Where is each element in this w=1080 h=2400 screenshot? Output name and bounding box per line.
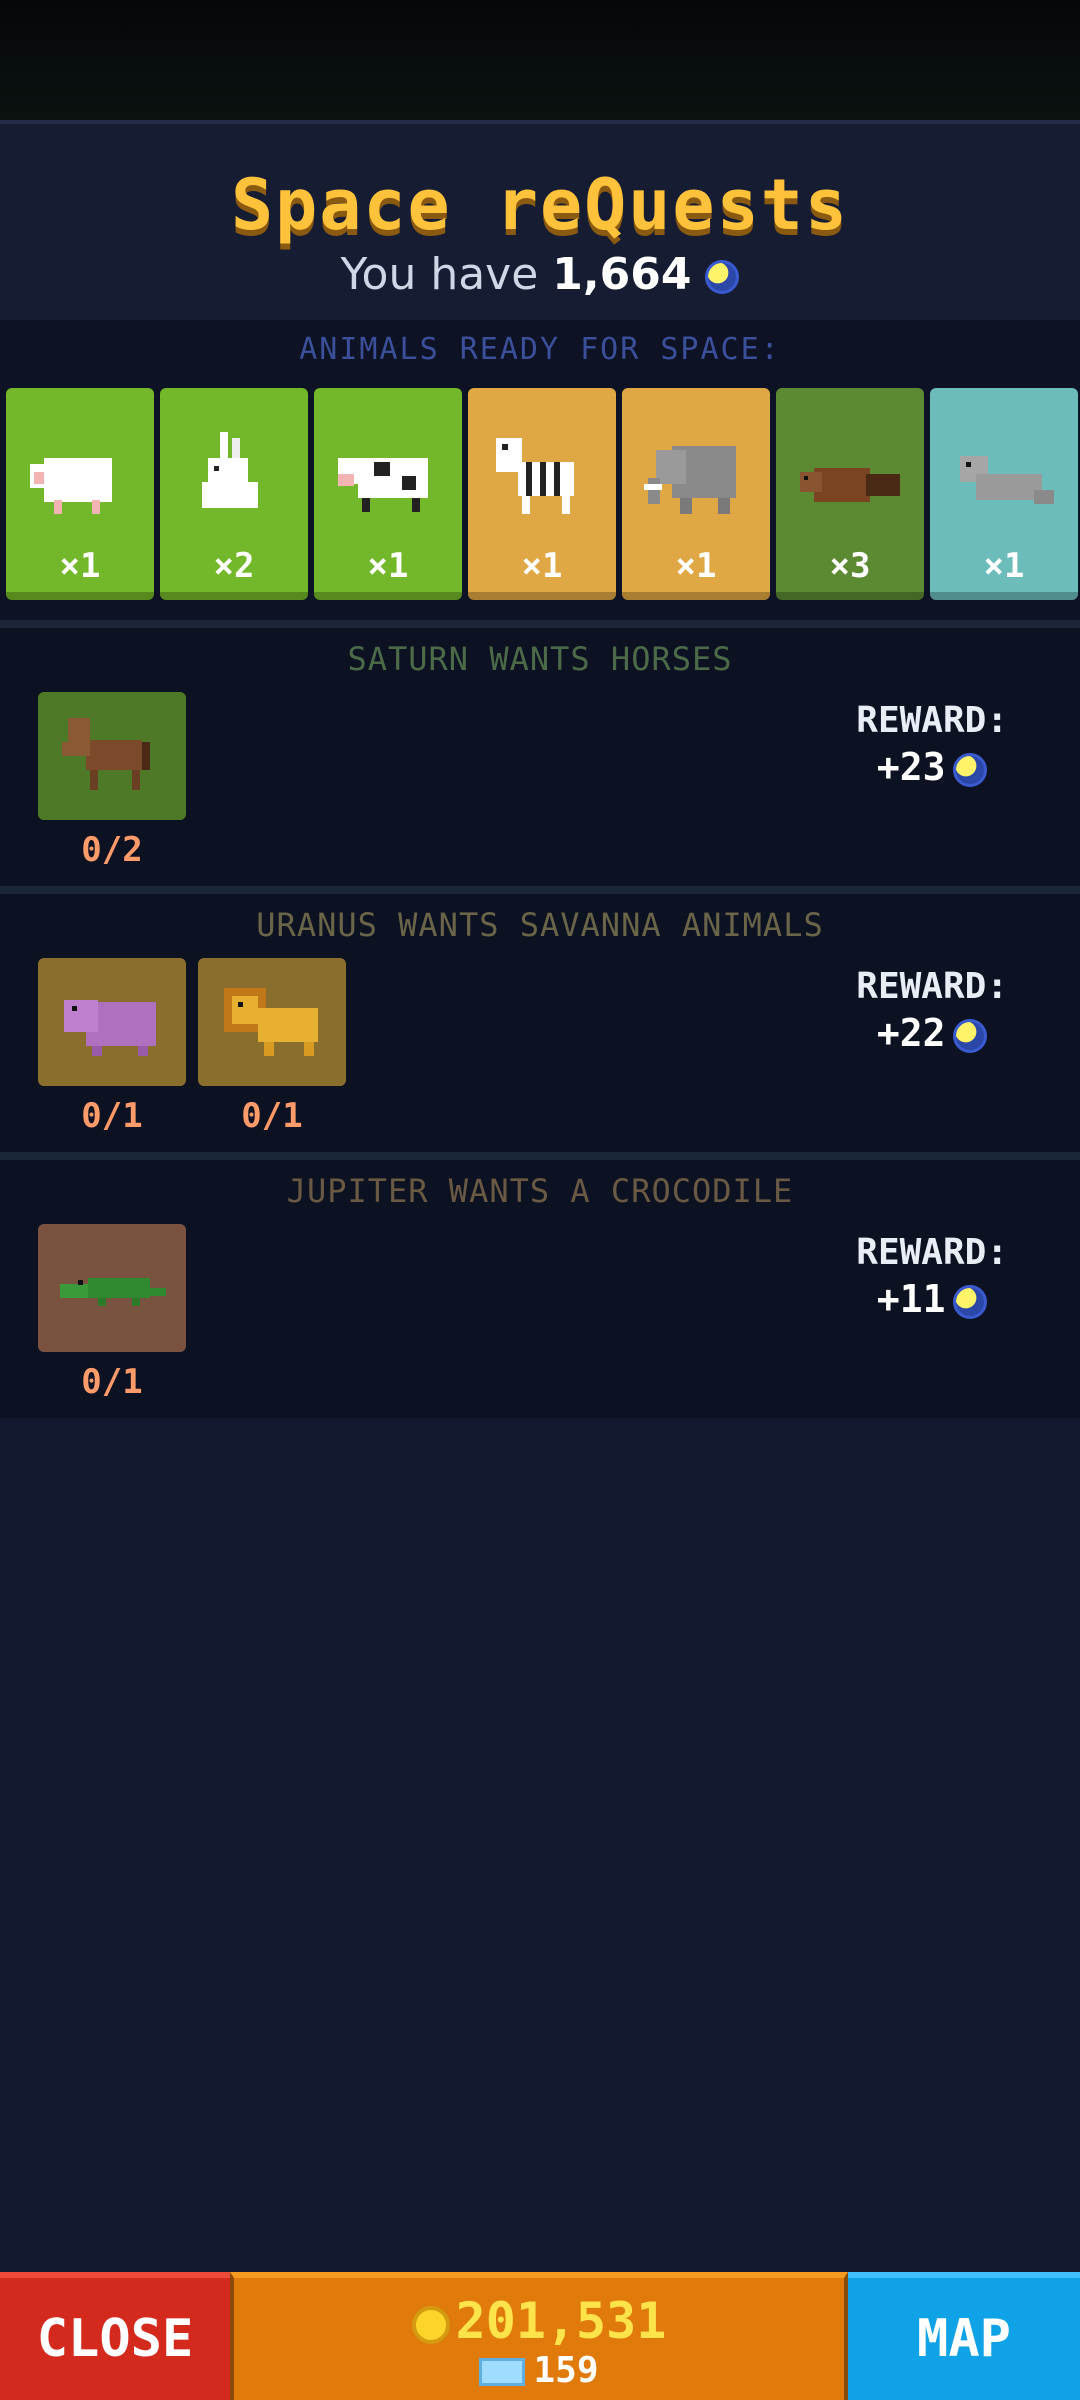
close-button[interactable]: CLOSE bbox=[0, 2272, 230, 2400]
horse-icon bbox=[58, 706, 166, 806]
ready-animal-card-rabbit[interactable]: ×2 bbox=[160, 388, 308, 600]
reward-value: +23 bbox=[876, 745, 946, 789]
zebra-icon bbox=[488, 428, 596, 528]
currency-display: 201,531 159 bbox=[230, 2272, 848, 2400]
seal-icon bbox=[950, 428, 1058, 528]
reward-value-row: +11 bbox=[856, 1277, 1008, 1321]
request-title: SATURN WANTS HORSES bbox=[347, 640, 733, 678]
balance-line: You have 1,664 bbox=[0, 249, 1080, 300]
ready-animal-card-zebra[interactable]: ×1 bbox=[468, 388, 616, 600]
ready-animal-count: ×1 bbox=[983, 546, 1025, 586]
reward-label: REWARD: bbox=[856, 966, 1008, 1007]
ready-animal-card-beaver[interactable]: ×3 bbox=[776, 388, 924, 600]
request-slot-lion[interactable] bbox=[198, 958, 346, 1086]
reward-label: REWARD: bbox=[856, 700, 1008, 741]
request-slot-crocodile[interactable] bbox=[38, 1224, 186, 1352]
section-divider bbox=[0, 1152, 1080, 1160]
balance-prefix: You have bbox=[340, 249, 539, 300]
rabbit-icon bbox=[180, 428, 288, 528]
ready-animal-count: ×1 bbox=[521, 546, 563, 586]
reward-value: +22 bbox=[876, 1011, 946, 1055]
ready-animal-count: ×2 bbox=[213, 546, 255, 586]
ready-label: ANIMALS READY FOR SPACE: bbox=[299, 332, 781, 367]
ready-animals-list: ×1 ×2 ×1 ×1 ×1 ×3 ×1 bbox=[6, 388, 1078, 600]
map-button[interactable]: MAP bbox=[848, 2272, 1080, 2400]
ready-animals-panel: ANIMALS READY FOR SPACE: ×1 ×2 ×1 ×1 ×1 ×3 ×1 bbox=[0, 320, 1080, 620]
gems-display: 159 bbox=[234, 2350, 844, 2391]
status-bar-area bbox=[0, 0, 1080, 120]
beaver-icon bbox=[796, 428, 904, 528]
ready-animal-count: ×3 bbox=[829, 546, 871, 586]
coin-icon bbox=[411, 2305, 450, 2344]
section-divider bbox=[0, 620, 1080, 628]
reward-label: REWARD: bbox=[856, 1232, 1008, 1273]
lion-icon bbox=[218, 972, 326, 1072]
sheep-icon bbox=[26, 428, 134, 528]
ready-animal-card-seal[interactable]: ×1 bbox=[930, 388, 1078, 600]
request-card: JUPITER WANTS A CROCODILE 0/1 REWARD: +11 bbox=[0, 1152, 1080, 1418]
coins-display: 201,531 bbox=[234, 2292, 844, 2350]
hippo-icon bbox=[58, 972, 166, 1072]
reward-block: REWARD: +22 bbox=[856, 966, 1008, 1055]
elephant-icon bbox=[642, 428, 750, 528]
bottom-bar: CLOSE 201,531 159 MAP bbox=[0, 2272, 1080, 2400]
reward-value-row: +23 bbox=[856, 745, 1008, 789]
request-progress: 0/2 bbox=[81, 830, 143, 870]
request-progress: 0/1 bbox=[241, 1096, 303, 1136]
request-slot-horse[interactable] bbox=[38, 692, 186, 820]
request-progress: 0/1 bbox=[81, 1096, 143, 1136]
balance-value: 1,664 bbox=[552, 249, 692, 300]
coins-value: 201,531 bbox=[455, 2292, 667, 2350]
ready-animal-card-sheep[interactable]: ×1 bbox=[6, 388, 154, 600]
crocodile-icon bbox=[58, 1238, 166, 1338]
request-card: SATURN WANTS HORSES 0/2 REWARD: +23 bbox=[0, 620, 1080, 886]
ready-animal-card-elephant[interactable]: ×1 bbox=[622, 388, 770, 600]
request-progress: 0/1 bbox=[81, 1362, 143, 1402]
ready-animal-count: ×1 bbox=[367, 546, 409, 586]
moon-icon bbox=[705, 260, 740, 294]
moon-icon bbox=[953, 1284, 988, 1319]
reward-value-row: +22 bbox=[856, 1011, 1008, 1055]
cow-icon bbox=[334, 428, 442, 528]
gem-icon bbox=[479, 2358, 526, 2386]
request-title: JUPITER WANTS A CROCODILE bbox=[286, 1172, 794, 1210]
header: Space reQuests You have 1,664 bbox=[0, 120, 1080, 320]
reward-block: REWARD: +11 bbox=[856, 1232, 1008, 1321]
section-divider bbox=[0, 886, 1080, 894]
moon-icon bbox=[953, 1018, 988, 1053]
ready-animal-count: ×1 bbox=[675, 546, 717, 586]
request-card: URANUS WANTS SAVANNA ANIMALS 0/1 0/1 REWARD… bbox=[0, 886, 1080, 1152]
reward-value: +11 bbox=[876, 1277, 946, 1321]
moon-icon bbox=[953, 752, 988, 787]
gems-value: 159 bbox=[533, 2350, 599, 2391]
request-title: URANUS WANTS SAVANNA ANIMALS bbox=[256, 906, 824, 944]
page-title: Space reQuests bbox=[230, 164, 849, 246]
ready-animal-count: ×1 bbox=[59, 546, 101, 586]
request-slot-hippo[interactable] bbox=[38, 958, 186, 1086]
reward-block: REWARD: +23 bbox=[856, 700, 1008, 789]
ready-animal-card-cow[interactable]: ×1 bbox=[314, 388, 462, 600]
